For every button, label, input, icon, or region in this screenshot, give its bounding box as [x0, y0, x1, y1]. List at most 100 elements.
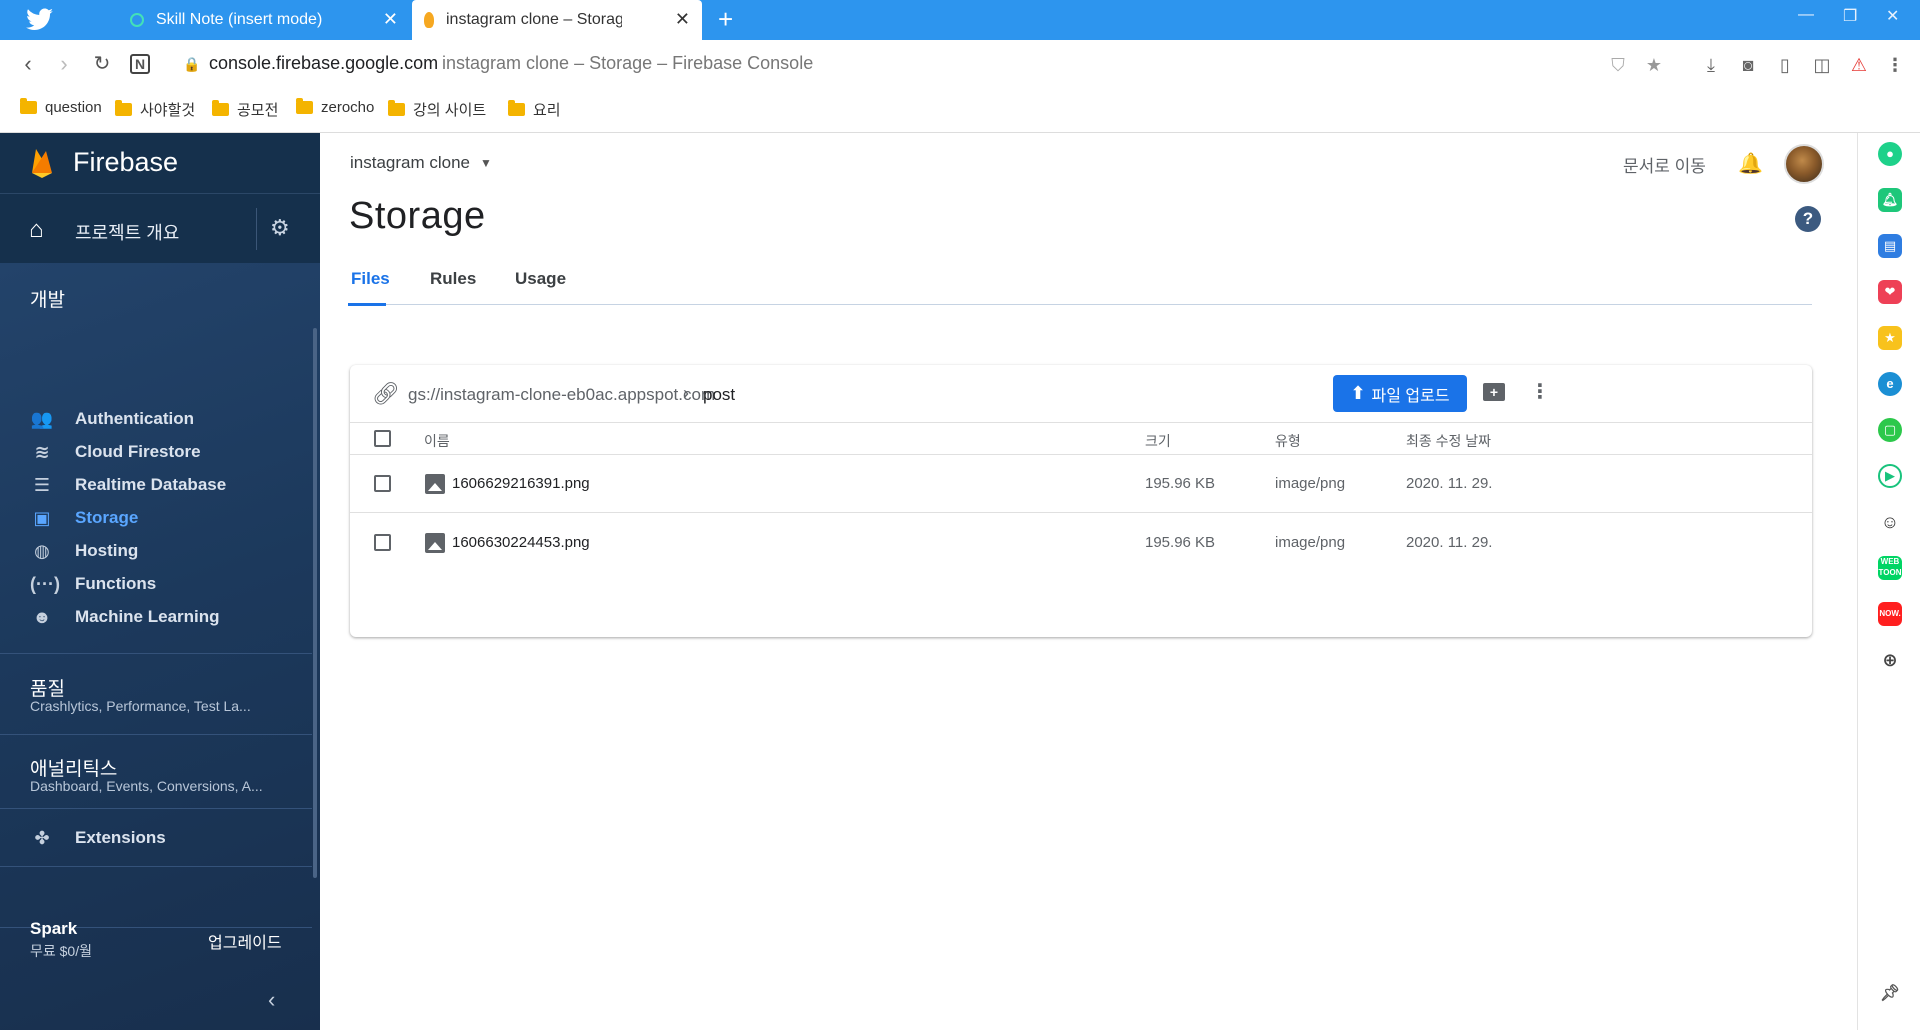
forward-icon[interactable]: ›	[52, 52, 76, 76]
sidebar-body: 개발 👥 Authentication ≋ Cloud Firestore ☰ …	[0, 263, 320, 1030]
sidebar-item-authentication[interactable]: 👥 Authentication	[0, 401, 312, 437]
column-type-header[interactable]: 유형	[1275, 431, 1301, 451]
sidebar-item-machine-learning[interactable]: ☻ Machine Learning	[0, 599, 312, 635]
favorites-app-icon[interactable]: ★	[1878, 326, 1902, 350]
twitter-icon[interactable]	[26, 8, 54, 30]
tab-skill-note[interactable]: Skill Note (insert mode) ✕	[120, 0, 410, 40]
link-icon[interactable]: 🔗︎	[372, 381, 400, 407]
select-all-checkbox[interactable]	[374, 430, 391, 447]
upgrade-button[interactable]: 업그레이드	[208, 929, 282, 953]
edge-app-icon[interactable]: e	[1878, 372, 1902, 396]
folder-icon	[212, 100, 229, 116]
bookmark-label: 요리	[533, 102, 561, 119]
divider	[0, 653, 312, 654]
tab-files[interactable]: Files	[351, 269, 390, 289]
close-window-button[interactable]: ✕	[1886, 6, 1899, 26]
sidebar-toggle-icon[interactable]: ◫	[1811, 54, 1833, 76]
notion-icon[interactable]: N	[130, 54, 150, 74]
table-row[interactable]: 1606629216391.png 195.96 KB image/png 20…	[350, 455, 1812, 513]
chevron-right-icon: ›	[683, 383, 689, 403]
bookmark-lecture-sites[interactable]: 강의 사이트	[388, 99, 486, 120]
folder-icon	[20, 98, 37, 114]
robot-icon: ☻	[32, 607, 52, 627]
sidebar-scrollbar[interactable]	[313, 328, 317, 878]
plan-name: Spark	[30, 919, 78, 938]
row-checkbox[interactable]	[374, 475, 391, 492]
lock-icon[interactable]: 🔒	[180, 52, 204, 76]
messenger-app-icon[interactable]: ▢	[1878, 418, 1902, 442]
bucket-path[interactable]: gs://instagram-clone-eb0ac.appspot.com	[408, 385, 715, 405]
upload-file-label: 파일 업로드	[1371, 387, 1450, 405]
firebase-flame-icon	[424, 12, 434, 28]
star-icon[interactable]: ★	[1643, 54, 1665, 76]
close-icon[interactable]: ✕	[383, 9, 398, 30]
reader-icon[interactable]: ▯	[1774, 54, 1796, 76]
bell-icon[interactable]: 🔔	[1738, 151, 1763, 176]
bookmark-shopping[interactable]: 사야할것	[115, 99, 195, 120]
tab-usage[interactable]: Usage	[515, 269, 566, 289]
bookmark-zerocho[interactable]: zerocho	[296, 98, 374, 116]
tab-firebase-storage[interactable]: instagram clone – Storage – Fir ✕	[412, 0, 702, 40]
new-folder-icon[interactable]: +	[1483, 383, 1505, 401]
webtoon-app-icon[interactable]: WEB TOON	[1878, 556, 1902, 580]
camera-icon[interactable]: ◙	[1737, 54, 1759, 76]
minimize-button[interactable]: —	[1798, 6, 1814, 24]
restore-button[interactable]: ❐	[1843, 6, 1857, 26]
bookmark-question[interactable]: question	[20, 98, 102, 116]
gear-icon[interactable]: ⚙	[270, 215, 290, 241]
sidebar-item-extensions[interactable]: ✤ Extensions	[0, 820, 312, 856]
bookmark-contest[interactable]: 공모전	[212, 99, 278, 120]
bookmark-cooking[interactable]: 요리	[508, 99, 561, 120]
sidebar-item-label: Realtime Database	[75, 475, 227, 494]
file-name[interactable]: 1606629216391.png	[452, 475, 590, 492]
new-tab-button[interactable]: +	[718, 4, 733, 35]
project-overview[interactable]: ⌂ 프로젝트 개요 ⚙	[0, 193, 320, 263]
file-browser-card: 🔗︎ gs://instagram-clone-eb0ac.appspot.co…	[350, 365, 1812, 637]
docs-link[interactable]: 문서로 이동	[1623, 152, 1706, 177]
pocket-app-icon[interactable]: ❤	[1878, 280, 1902, 304]
shield-icon[interactable]: ⛉	[1607, 54, 1629, 76]
section-analytics-title[interactable]: 애널리틱스	[30, 754, 117, 781]
reload-icon[interactable]: ↻	[90, 52, 114, 76]
url-host[interactable]: console.firebase.google.com	[209, 53, 438, 74]
sidebar-item-functions[interactable]: (···) Functions	[0, 566, 312, 602]
table-row[interactable]: 1606630224453.png 195.96 KB image/png 20…	[350, 514, 1812, 572]
upload-file-button[interactable]: ⬆ 파일 업로드	[1333, 375, 1467, 412]
back-icon[interactable]: ‹	[16, 52, 40, 76]
tab-rules[interactable]: Rules	[430, 269, 476, 289]
more-options-icon[interactable]: ⋮	[1530, 379, 1550, 404]
play-app-icon[interactable]: ▶	[1878, 464, 1902, 488]
notification-app-icon[interactable]: 🔔︎	[1878, 188, 1902, 212]
firebase-sidebar: Firebase ⌂ 프로젝트 개요 ⚙ 개발 👥 Authentication…	[0, 133, 320, 1030]
download-icon[interactable]: ⤓	[1700, 54, 1722, 76]
column-modified-header[interactable]: 최종 수정 날짜	[1406, 431, 1491, 451]
column-name-header[interactable]: 이름	[424, 431, 450, 451]
project-selector[interactable]: instagram clone ▼	[350, 153, 492, 173]
warning-icon[interactable]: ⚠	[1848, 54, 1870, 76]
sidebar-item-cloud-firestore[interactable]: ≋ Cloud Firestore	[0, 434, 312, 470]
folder-icon	[296, 98, 313, 114]
character-app-icon[interactable]: ☺	[1878, 510, 1902, 534]
section-quality-title[interactable]: 품질	[30, 674, 65, 701]
sidebar-item-hosting[interactable]: ◍ Hosting	[0, 533, 312, 569]
help-icon[interactable]: ?	[1795, 206, 1821, 232]
file-name[interactable]: 1606630224453.png	[452, 534, 590, 551]
close-icon[interactable]: ✕	[675, 9, 690, 30]
add-app-icon[interactable]: ⊕	[1878, 648, 1902, 672]
section-develop-title[interactable]: 개발	[30, 285, 65, 312]
avatar[interactable]	[1784, 144, 1824, 184]
pin-icon[interactable]: 📌︎	[1878, 982, 1902, 1006]
row-checkbox[interactable]	[374, 534, 391, 551]
now-app-icon[interactable]: NOW.	[1878, 602, 1902, 626]
active-tab-indicator	[348, 303, 386, 306]
bookmark-label: 공모전	[237, 102, 279, 119]
sidebar-item-realtime-database[interactable]: ☰ Realtime Database	[0, 467, 312, 503]
sidebar-header[interactable]: Firebase	[0, 133, 320, 193]
sidebar-item-storage[interactable]: ▣ Storage	[0, 500, 312, 536]
column-size-header[interactable]: 크기	[1145, 431, 1171, 451]
status-app-icon[interactable]: ●	[1878, 142, 1902, 166]
briefcase-app-icon[interactable]: ▤	[1878, 234, 1902, 258]
people-icon: 👥	[30, 409, 54, 429]
menu-dots-icon[interactable]: ⋮	[1884, 54, 1906, 76]
collapse-sidebar-icon[interactable]: ‹	[268, 987, 275, 1013]
